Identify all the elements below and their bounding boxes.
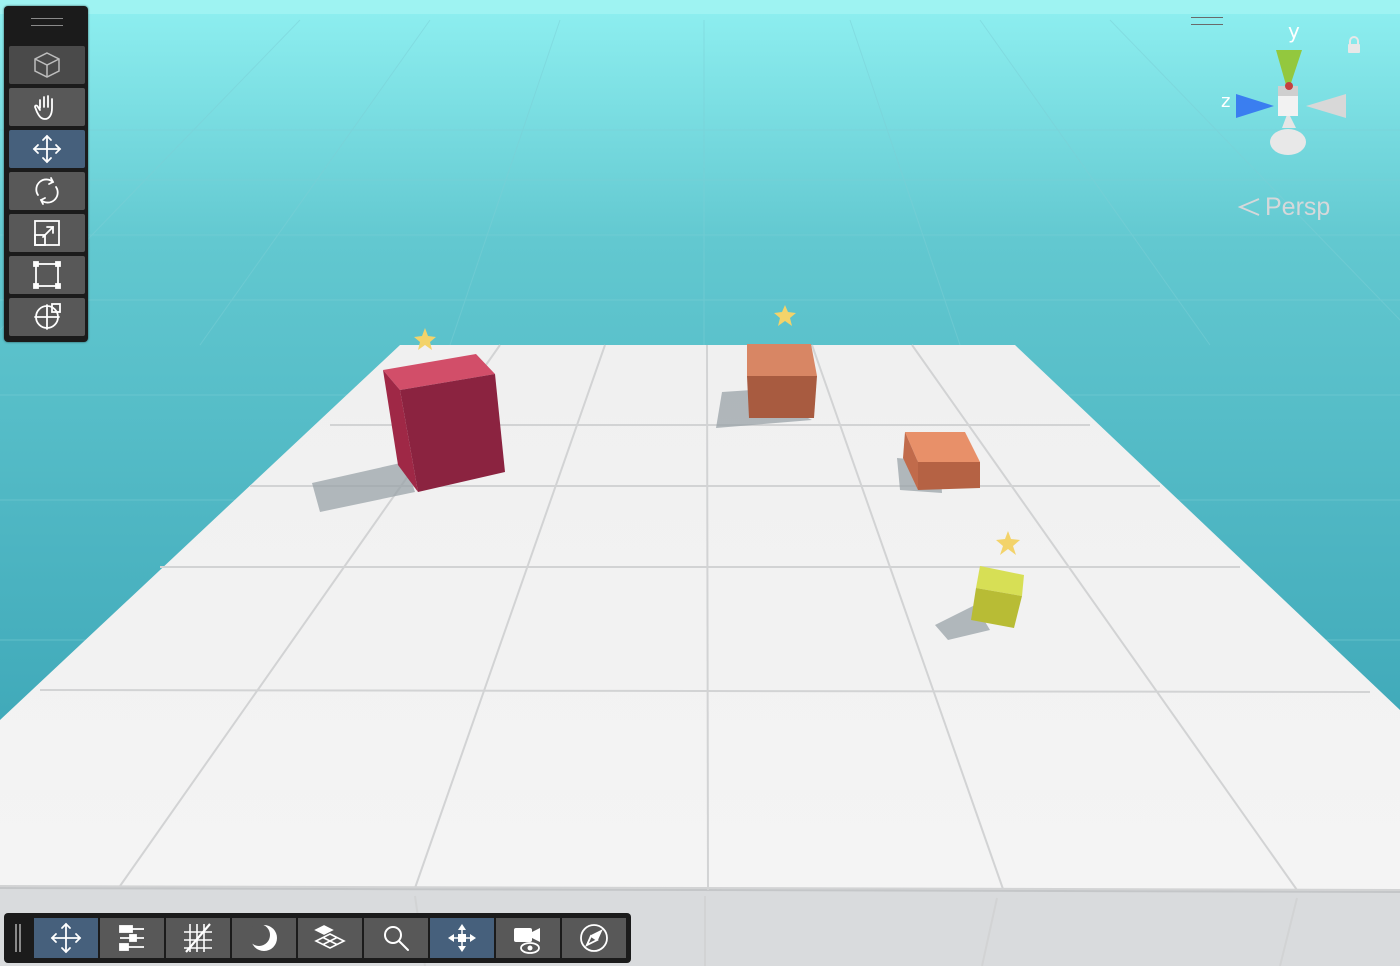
compass-icon: [580, 924, 608, 952]
layers-button[interactable]: [298, 918, 362, 958]
camera-visibility-icon: [514, 928, 540, 954]
search-icon: [384, 926, 409, 951]
lighting-button[interactable]: [232, 918, 296, 958]
orange-box-back[interactable]: [747, 344, 817, 418]
search-button[interactable]: [364, 918, 428, 958]
rect-transform-icon: [33, 261, 61, 289]
draw-mode-button[interactable]: [100, 918, 164, 958]
move-tool-button[interactable]: [9, 130, 85, 168]
scale-icon: [34, 220, 60, 246]
toolbar-grip[interactable]: [15, 924, 21, 952]
grid-snap-icon: [184, 923, 212, 953]
gizmo-x-cone: [1306, 94, 1346, 118]
move-arrows-icon: [50, 922, 82, 954]
scene-viewport[interactable]: y z Persp: [0, 0, 1400, 966]
move-overlay-button[interactable]: [34, 918, 98, 958]
camera-button[interactable]: [496, 918, 560, 958]
move-arrows-icon: [32, 134, 62, 164]
rect-tool-button[interactable]: [9, 256, 85, 294]
gizmos-button[interactable]: [430, 918, 494, 958]
sliders-icon: [119, 925, 144, 951]
lock-icon[interactable]: [1345, 36, 1363, 54]
rotate-icon: [35, 177, 59, 205]
perspective-icon: [1237, 198, 1260, 216]
grid-button[interactable]: [166, 918, 230, 958]
transform-tool-button[interactable]: [9, 298, 85, 336]
gizmo-z-cone: [1236, 94, 1274, 118]
scale-tool-button[interactable]: [9, 214, 85, 252]
gizmo-icon: [448, 924, 476, 952]
projection-toggle[interactable]: Persp: [1237, 192, 1330, 222]
rotate-tool-button[interactable]: [9, 172, 85, 210]
overlay-toolbar: [4, 913, 631, 963]
moon-icon: [248, 924, 277, 951]
hand-icon: [34, 95, 53, 120]
yellow-cube[interactable]: [971, 566, 1024, 628]
navigate-button[interactable]: [562, 918, 626, 958]
scene-view[interactable]: [0, 0, 1400, 966]
projection-label: Persp: [1265, 192, 1331, 221]
cube-icon: [34, 52, 60, 78]
layers-icon: [314, 925, 346, 949]
tool-panel: [4, 6, 88, 342]
horizon-band: [0, 0, 1400, 14]
view-tool-button[interactable]: [9, 46, 85, 84]
panel-grip[interactable]: [31, 18, 63, 26]
transform-icon: [34, 303, 61, 330]
hand-tool-button[interactable]: [9, 88, 85, 126]
orange-box-right[interactable]: [903, 432, 980, 490]
